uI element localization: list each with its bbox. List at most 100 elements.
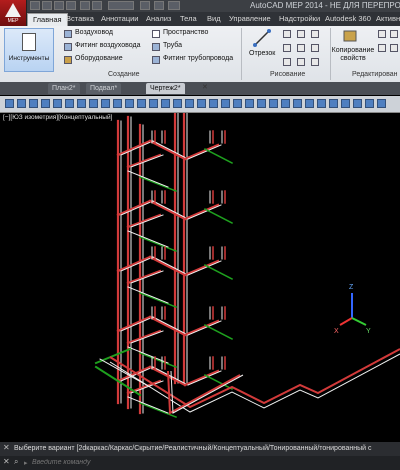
print-icon[interactable] <box>66 1 76 10</box>
ellipse-icon[interactable] <box>297 44 305 52</box>
point-icon[interactable] <box>311 58 319 66</box>
close-command-icon[interactable]: ✕ <box>3 443 10 452</box>
toolbar-tool-icon[interactable] <box>89 99 98 108</box>
pipe-segment <box>139 352 177 368</box>
toolbar-tool-icon[interactable] <box>149 99 158 108</box>
polyline-icon[interactable] <box>283 30 291 38</box>
line-tool-icon <box>253 29 271 47</box>
pipe-segment <box>126 329 162 345</box>
toolbar-tool-icon[interactable] <box>269 99 278 108</box>
match-properties-button[interactable]: Копирование свойств <box>331 47 375 63</box>
pipe-segment <box>203 147 234 165</box>
toolbar-tool-icon[interactable] <box>317 99 326 108</box>
duct-icon <box>64 30 72 38</box>
pipe-drawing: Z X Y <box>94 113 400 418</box>
new-icon[interactable] <box>30 1 40 10</box>
tab-analyze[interactable]: Анализ <box>146 13 171 25</box>
move-arrows-icon[interactable] <box>378 30 386 38</box>
pipe-segment <box>139 292 177 308</box>
search-icon[interactable]: ⌕ <box>14 457 18 467</box>
line-tool-button[interactable]: Отрезок <box>249 50 275 57</box>
chevron-down-icon[interactable] <box>168 1 180 10</box>
pipe-segment <box>116 255 152 273</box>
toolbar-tool-icon[interactable] <box>161 99 170 108</box>
toolbar-tool-icon[interactable] <box>41 99 50 108</box>
close-icon[interactable]: ✕ <box>3 457 10 466</box>
pipe-segment <box>183 203 220 221</box>
pipe-fitting-button[interactable]: Фитинг трубопровода <box>163 55 233 62</box>
tab-addins[interactable]: Надстройки <box>279 13 320 25</box>
undo-icon[interactable] <box>80 1 90 10</box>
open-icon[interactable] <box>42 1 52 10</box>
toolbar-tool-icon[interactable] <box>365 99 374 108</box>
rectangle-icon[interactable] <box>283 58 291 66</box>
duct-button[interactable]: Воздуховод <box>75 29 113 36</box>
pipe-fitting-icon <box>152 56 160 64</box>
toolbar-tool-icon[interactable] <box>257 99 266 108</box>
toolbar-tool-icon[interactable] <box>209 99 218 108</box>
close-icon[interactable]: ✕ <box>202 83 208 91</box>
file-tab-drawing2[interactable]: Чертеж2* <box>146 83 185 94</box>
file-tab-basement[interactable]: Подвал* <box>86 83 122 94</box>
extend-icon[interactable] <box>390 44 398 52</box>
workspace-dropdown[interactable] <box>108 1 134 10</box>
toolbar-tool-icon[interactable] <box>221 99 230 108</box>
pipe-button[interactable]: Труба <box>163 42 182 49</box>
toolbar-tool-icon[interactable] <box>113 99 122 108</box>
toolbar-tool-icon[interactable] <box>65 99 74 108</box>
tab-solids[interactable]: Тела <box>180 13 197 25</box>
pipe-segment <box>183 369 220 387</box>
rotate-icon[interactable] <box>390 30 398 38</box>
tab-home[interactable]: Главная <box>27 13 68 26</box>
toolbar-tool-icon[interactable] <box>77 99 86 108</box>
toolbar-tool-icon[interactable] <box>329 99 338 108</box>
toolbar-tool-icon[interactable] <box>17 99 26 108</box>
trim-icon[interactable] <box>378 44 386 52</box>
space-button[interactable]: Пространство <box>163 29 208 36</box>
toolbar-tool-icon[interactable] <box>173 99 182 108</box>
toolbar-tool-icon[interactable] <box>353 99 362 108</box>
ribbon-separator <box>241 28 242 80</box>
toolbar-tool-icon[interactable] <box>305 99 314 108</box>
toolbar-tool-icon[interactable] <box>233 99 242 108</box>
toolbar-tool-icon[interactable] <box>185 99 194 108</box>
tab-manage[interactable]: Управление <box>229 13 271 25</box>
command-prompt-arrow: ▸ <box>24 460 28 467</box>
pipe-segment <box>94 347 132 365</box>
file-tab-plan2[interactable]: План2* <box>48 83 80 94</box>
equipment-button[interactable]: Оборудование <box>75 55 123 62</box>
instruments-button[interactable]: Инструменты <box>4 28 54 72</box>
save-icon[interactable] <box>54 1 64 10</box>
toolbar-tool-icon[interactable] <box>53 99 62 108</box>
toolbar-tool-icon[interactable] <box>137 99 146 108</box>
toolbar-tool-icon[interactable] <box>125 99 134 108</box>
toolbar-tool-icon[interactable] <box>281 99 290 108</box>
toolbar-tool-icon[interactable] <box>293 99 302 108</box>
tab-annotate[interactable]: Аннотации <box>101 13 139 25</box>
tab-view[interactable]: Вид <box>207 13 221 25</box>
toolbar-tool-icon[interactable] <box>197 99 206 108</box>
circle-icon[interactable] <box>283 44 291 52</box>
ucs-icon: Z X Y <box>334 284 371 335</box>
redo-icon[interactable] <box>92 1 102 10</box>
application-menu-button[interactable]: MEP <box>0 0 27 26</box>
pipe-segment <box>203 323 234 341</box>
toolbar-tool-icon[interactable] <box>101 99 110 108</box>
hatch-icon[interactable] <box>311 44 319 52</box>
region-icon[interactable] <box>297 58 305 66</box>
tab-autodesk360[interactable]: Autodesk 360 <box>325 13 371 25</box>
command-input[interactable] <box>32 457 362 468</box>
more-icon[interactable] <box>140 1 150 10</box>
toolbar-tool-icon[interactable] <box>377 99 386 108</box>
move-icon[interactable] <box>311 30 319 38</box>
tab-active[interactable]: Активн <box>376 13 400 25</box>
settings-icon[interactable] <box>154 1 164 10</box>
duct-fitting-button[interactable]: Фитинг воздуховода <box>75 42 140 49</box>
toolbar-tool-icon[interactable] <box>245 99 254 108</box>
toolbar-tool-icon[interactable] <box>5 99 14 108</box>
arc-icon[interactable] <box>297 30 305 38</box>
toolbar-tool-icon[interactable] <box>29 99 38 108</box>
pipe-segment <box>187 370 222 386</box>
tab-insert[interactable]: Вставка <box>66 13 94 25</box>
toolbar-tool-icon[interactable] <box>341 99 350 108</box>
